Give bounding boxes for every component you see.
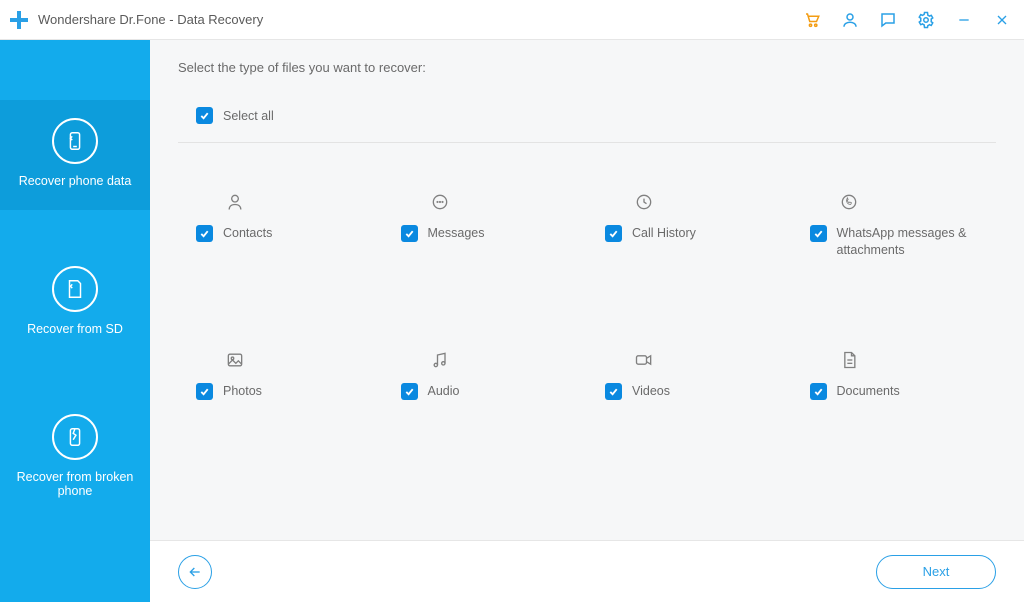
prompt-text: Select the type of files you want to rec… [150, 40, 1024, 89]
file-type-videos: Videos [587, 349, 792, 400]
select-all-checkbox[interactable] [196, 107, 213, 124]
sidebar-item-label: Recover phone data [19, 174, 132, 188]
file-type-label: Videos [632, 383, 670, 400]
settings-icon[interactable] [916, 10, 936, 30]
phone-recover-icon [52, 118, 98, 164]
file-type-audio: Audio [383, 349, 588, 400]
audio-icon [429, 349, 451, 371]
file-type-label: Photos [223, 383, 262, 400]
videos-checkbox[interactable] [605, 383, 622, 400]
close-icon[interactable] [992, 10, 1012, 30]
broken-phone-icon [52, 414, 98, 460]
titlebar-controls [802, 10, 1012, 30]
file-type-messages: Messages [383, 191, 588, 259]
sidebar-item-recover-phone-data[interactable]: Recover phone data [0, 100, 150, 210]
file-type-label: Contacts [223, 225, 272, 242]
titlebar-left: Wondershare Dr.Fone - Data Recovery [8, 9, 263, 31]
next-button[interactable]: Next [876, 555, 996, 589]
call-history-checkbox[interactable] [605, 225, 622, 242]
titlebar: Wondershare Dr.Fone - Data Recovery [0, 0, 1024, 40]
contacts-checkbox[interactable] [196, 225, 213, 242]
file-type-label: Audio [428, 383, 460, 400]
file-type-grid: Contacts Messages [150, 143, 1024, 400]
select-all-label: Select all [223, 109, 274, 123]
sidebar-item-label: Recover from SD [27, 322, 123, 336]
file-type-label: Documents [837, 383, 900, 400]
content-panel: Select the type of files you want to rec… [150, 40, 1024, 602]
call-history-icon [633, 191, 655, 213]
audio-checkbox[interactable] [401, 383, 418, 400]
file-type-photos: Photos [178, 349, 383, 400]
messages-icon [429, 191, 451, 213]
back-button[interactable] [178, 555, 212, 589]
file-type-label: Call History [632, 225, 696, 242]
contacts-icon [224, 191, 246, 213]
cart-icon[interactable] [802, 10, 822, 30]
file-type-call-history: Call History [587, 191, 792, 259]
feedback-icon[interactable] [878, 10, 898, 30]
photos-checkbox[interactable] [196, 383, 213, 400]
documents-checkbox[interactable] [810, 383, 827, 400]
user-icon[interactable] [840, 10, 860, 30]
sidebar: Recover phone data Recover from SD Recov… [0, 40, 150, 602]
whatsapp-icon [838, 191, 860, 213]
sd-recover-icon [52, 266, 98, 312]
sidebar-item-recover-from-sd[interactable]: Recover from SD [0, 248, 150, 358]
photos-icon [224, 349, 246, 371]
app-title: Wondershare Dr.Fone - Data Recovery [38, 12, 263, 27]
sidebar-item-recover-broken-phone[interactable]: Recover from broken phone [0, 396, 150, 520]
app-logo-icon [8, 9, 30, 31]
footer: Next [150, 540, 1024, 602]
file-type-documents: Documents [792, 349, 997, 400]
file-type-label: WhatsApp messages & attachments [837, 225, 980, 259]
videos-icon [633, 349, 655, 371]
main: Recover phone data Recover from SD Recov… [0, 40, 1024, 602]
file-type-whatsapp: WhatsApp messages & attachments [792, 191, 997, 259]
sidebar-item-label: Recover from broken phone [10, 470, 140, 498]
messages-checkbox[interactable] [401, 225, 418, 242]
whatsapp-checkbox[interactable] [810, 225, 827, 242]
select-all-row: Select all [178, 89, 996, 143]
file-type-label: Messages [428, 225, 485, 242]
file-type-contacts: Contacts [178, 191, 383, 259]
documents-icon [838, 349, 860, 371]
minimize-icon[interactable] [954, 10, 974, 30]
